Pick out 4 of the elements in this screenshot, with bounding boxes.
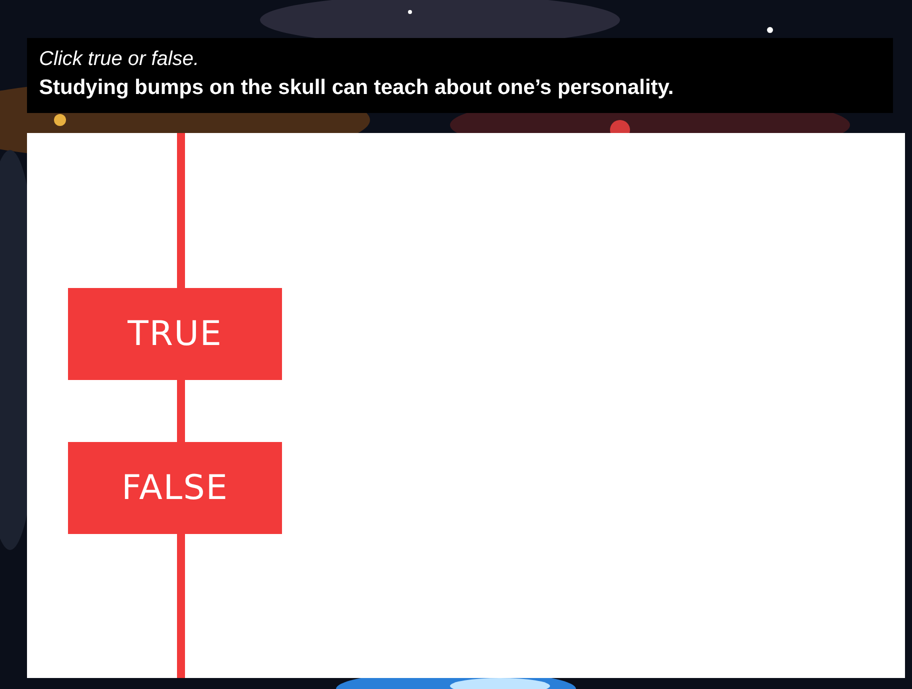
instruction-text: Click true or false.: [39, 47, 200, 72]
question-text: Studying bumps on the skull can teach about one’s personality.: [39, 75, 675, 101]
answer-button[interactable]: FALSE: [68, 442, 282, 534]
answer-button[interactable]: TRUE: [68, 288, 282, 380]
